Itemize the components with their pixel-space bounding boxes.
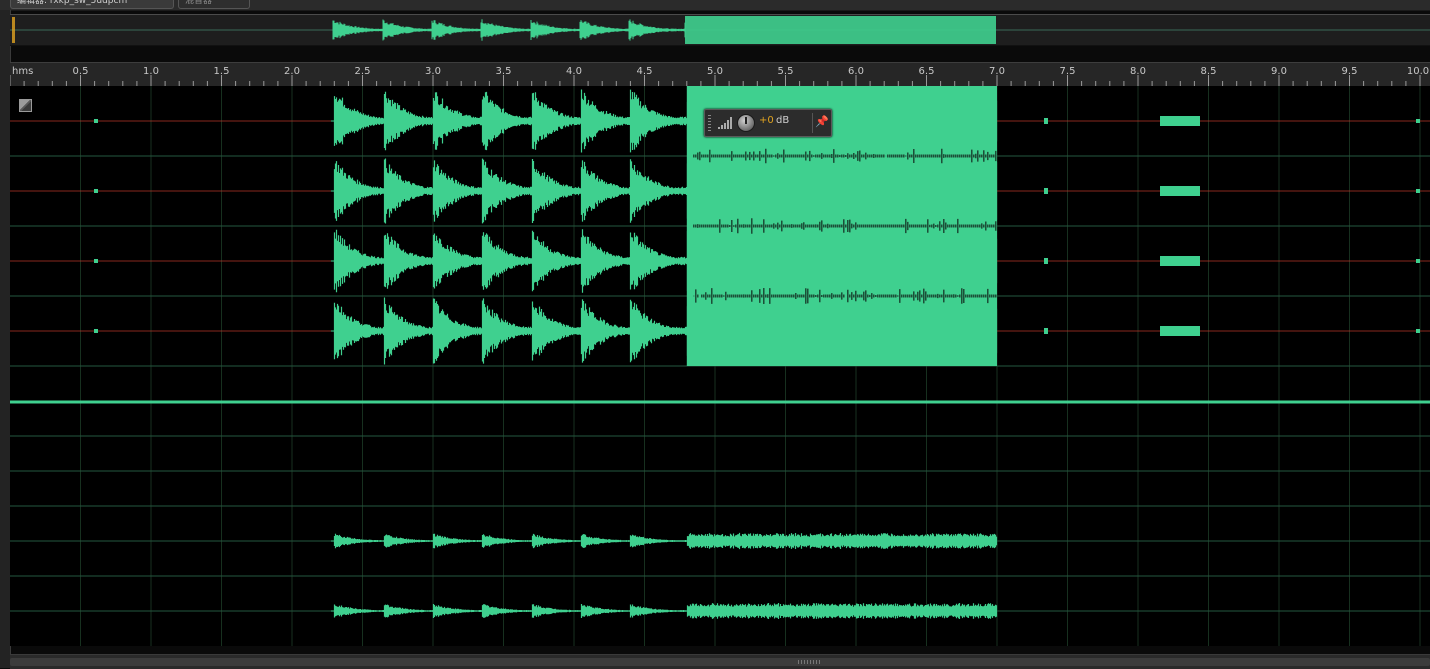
ruler-tick-label: 2.5	[354, 66, 371, 77]
volume-hud[interactable]: +0 dB 📌	[704, 109, 832, 137]
ruler-tick-label: 7.0	[989, 66, 1005, 77]
ruler-tick-label: 0.5	[72, 66, 89, 77]
ruler-tick-label: 3.5	[495, 66, 512, 77]
top-tab-bar: 编辑器: rxkp_sw_5udpcm 混音器	[0, 0, 1430, 11]
ruler-tick-label: 9.5	[1341, 66, 1358, 77]
ruler-tick-label: 6.0	[848, 66, 864, 77]
overview-playhead[interactable]	[12, 17, 15, 43]
ruler-tick-label: 1.0	[143, 66, 159, 77]
channel-blip	[1160, 186, 1200, 196]
overview-selection	[685, 16, 996, 44]
channel-blip	[94, 329, 98, 333]
ruler-tick-label: 5.0	[707, 66, 723, 77]
channel-blip	[1044, 258, 1048, 264]
channel-blip	[94, 189, 98, 193]
ruler-tick-label: 10.0	[1406, 66, 1430, 77]
lower-wave-1-path	[330, 532, 998, 550]
channel-blip	[94, 119, 98, 123]
tab-editor[interactable]: 编辑器: rxkp_sw_5udpcm	[10, 0, 174, 9]
ruler-tick-label: 4.5	[636, 66, 653, 77]
channel-blip	[1416, 119, 1420, 123]
scrollbar-grip[interactable]	[798, 660, 822, 664]
ruler-tick-label: 8.0	[1130, 66, 1146, 77]
channel-blip	[1416, 329, 1420, 333]
time-unit-label: hms	[12, 66, 34, 77]
channel-blip	[1044, 118, 1048, 124]
channel-blip	[1160, 326, 1200, 336]
hud-drag-handle[interactable]	[708, 115, 711, 131]
ruler-tick-label: 2.0	[284, 66, 300, 77]
horizontal-scrollbar[interactable]	[10, 654, 1430, 669]
waveform-display[interactable]	[10, 86, 1430, 646]
lower-wave-2-path	[330, 603, 998, 619]
channel-blip	[1160, 116, 1200, 126]
scrollbar-thumb[interactable]	[10, 658, 1430, 666]
channel-blip	[1160, 256, 1200, 266]
channel-blip	[1416, 189, 1420, 193]
time-ruler[interactable]: hms 0.5 1.0 1.5 2.0 2.5 3.0 3.5 4.0 4.5 5.0 5.5 6.0…	[10, 62, 1430, 88]
ruler-tick-label: 4.0	[566, 66, 582, 77]
gain-unit: dB	[776, 115, 790, 126]
channel-blip	[1416, 259, 1420, 263]
lower-wave-1	[330, 532, 998, 550]
ruler-tick-label: 5.5	[777, 66, 794, 77]
channel-blip	[1044, 328, 1048, 334]
overview-waveform	[10, 16, 1430, 44]
ruler-tick-label: 6.5	[918, 66, 935, 77]
pin-icon[interactable]: 📌	[815, 115, 829, 128]
lower-wave-2	[330, 603, 998, 619]
ruler-tick-label: 8.5	[1200, 66, 1217, 77]
channel-blip	[1044, 188, 1048, 194]
ruler-tick-label: 7.5	[1059, 66, 1076, 77]
ruler-tick-label: 1.5	[213, 66, 230, 77]
level-meter-icon	[718, 117, 732, 129]
main-waveform	[10, 86, 1430, 646]
volume-knob-icon[interactable]	[737, 114, 755, 132]
waveform-overview[interactable]	[10, 14, 1430, 46]
ruler-tick-label: 3.0	[425, 66, 441, 77]
channel-blip	[94, 259, 98, 263]
channel-toggle-icon[interactable]	[19, 99, 32, 112]
gain-value[interactable]: +0	[759, 115, 774, 126]
ruler-tick-label: 9.0	[1271, 66, 1287, 77]
tab-mixer[interactable]: 混音器	[178, 0, 250, 9]
overview-wave	[332, 19, 686, 41]
overview-wave-path	[332, 19, 686, 41]
hud-separator	[812, 113, 813, 133]
